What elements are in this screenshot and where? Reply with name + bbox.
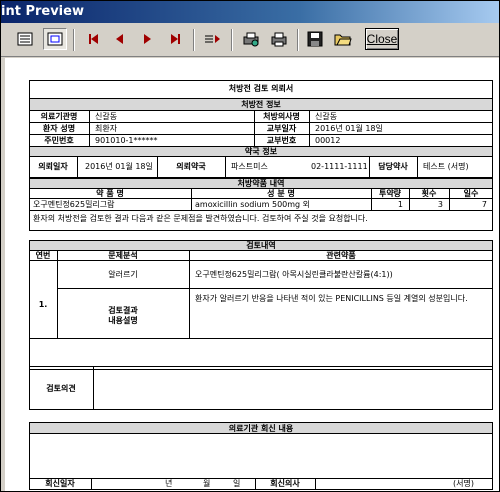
- pharmacist-label: 담당약사: [378, 162, 408, 171]
- rrn-value: 901010-1******: [95, 136, 158, 145]
- goto-page-icon[interactable]: [201, 28, 225, 50]
- req-date-label: 의뢰일자: [38, 162, 68, 171]
- prev-page-icon[interactable]: [107, 28, 131, 50]
- inst-label: 의료기관명: [40, 112, 78, 121]
- document-heading: 처방전 검토 의뢰서: [228, 84, 294, 93]
- review-related: 오구멘틴정625밀리그람( 아목시실린클라불란산칼륨(4:1)): [195, 270, 393, 279]
- patient-label: 환자 성명: [42, 124, 76, 133]
- rrn-label: 주민번호: [44, 136, 74, 145]
- drug-col-days: 일수: [463, 189, 479, 198]
- doctor-value: 신갈동: [315, 112, 338, 121]
- reply-day: 일: [233, 479, 241, 488]
- review-col-related: 관련약품: [326, 251, 356, 260]
- save-icon[interactable]: [303, 28, 327, 50]
- review-result-text: 환자가 알러르기 반응을 나타낸 적이 있는 PENICILLINS 등일 계열…: [195, 294, 468, 303]
- drug-name-cell: 오구멘틴정625밀리그람: [33, 200, 115, 209]
- review-no: 1.: [38, 300, 48, 309]
- print-setup-icon[interactable]: [239, 28, 263, 50]
- preview-page: 처방전 검토 의뢰서 처방전 정보 의료기관명 신갈동 처방의사명 신갈동 환자…: [5, 58, 499, 491]
- opinion-box: [29, 366, 493, 410]
- close-button[interactable]: Close: [365, 28, 399, 50]
- drug-col-name: 약 품 명: [96, 189, 124, 198]
- drug-ingredient-cell: amoxicillin sodium 500mg 외: [195, 200, 311, 209]
- rx-section-title: 처방전 정보: [241, 100, 281, 109]
- open-icon[interactable]: [331, 28, 355, 50]
- drug-times-cell: 3: [437, 200, 443, 209]
- notice-text: 환자의 처방전을 검토한 결과 다음과 같은 문제점을 발견하였습니다. 검토하…: [33, 214, 368, 223]
- drug-col-ingredient: 성 분 명: [267, 189, 295, 198]
- toolbar-separator: [193, 29, 195, 51]
- review-col-problem: 문제분석: [108, 251, 138, 260]
- issue-no-label: 교부번호: [266, 136, 297, 145]
- print-preview-window: int Preview Close 처방전 검토 의뢰서 처방전 정보 의료기관…: [0, 0, 500, 492]
- issue-no-value: 00012: [315, 136, 341, 145]
- opinion-label: 검토의견: [46, 384, 76, 393]
- title-bar: int Preview: [1, 1, 499, 23]
- first-page-icon[interactable]: [81, 28, 105, 50]
- referral-document: 처방전 검토 의뢰서 처방전 정보 의료기관명 신갈동 처방의사명 신갈동 환자…: [29, 80, 493, 491]
- patient-value: 최환자: [95, 124, 118, 133]
- req-date-value: 2016년 01월 18일: [85, 162, 153, 171]
- reply-month: 월: [203, 479, 211, 488]
- drug-days-cell: 7: [481, 200, 487, 209]
- page-icon[interactable]: [13, 28, 37, 50]
- drug-dose-cell: 1: [397, 200, 403, 209]
- print-icon[interactable]: [267, 28, 291, 50]
- doctor-label: 처방의사명: [263, 112, 300, 121]
- reply-date-label: 회신일자: [45, 479, 75, 488]
- pharm-label: 의뢰약국: [176, 162, 206, 171]
- fit-page-icon[interactable]: [43, 28, 67, 50]
- issue-date-label: 교부일자: [266, 124, 297, 133]
- inst-value: 신갈동: [95, 112, 118, 121]
- review-col-no: 연번: [35, 251, 51, 260]
- drug-col-dose: 투약량: [378, 189, 402, 198]
- review-result-label: 검토결과 내용설명: [108, 306, 138, 325]
- issue-date-value: 2016년 01월 18일: [315, 124, 383, 133]
- drug-col-times: 횟수: [421, 189, 437, 198]
- reply-year: 년: [165, 479, 173, 488]
- review-problem: 알러르기: [108, 270, 138, 279]
- toolbar-separator: [297, 29, 299, 51]
- pharmacist-value: 테스트 (서명): [423, 162, 469, 171]
- pharm-value: 파스트미스: [231, 162, 268, 171]
- reply-doctor-label: 회신의사: [270, 479, 300, 488]
- toolbar: Close: [1, 23, 499, 57]
- phone-value: 02-1111-1111: [311, 162, 368, 171]
- toolbar-separator: [73, 29, 75, 51]
- last-page-icon[interactable]: [163, 28, 187, 50]
- reply-sign: (서명): [453, 479, 474, 488]
- toolbar-separator: [231, 29, 233, 51]
- next-page-icon[interactable]: [135, 28, 159, 50]
